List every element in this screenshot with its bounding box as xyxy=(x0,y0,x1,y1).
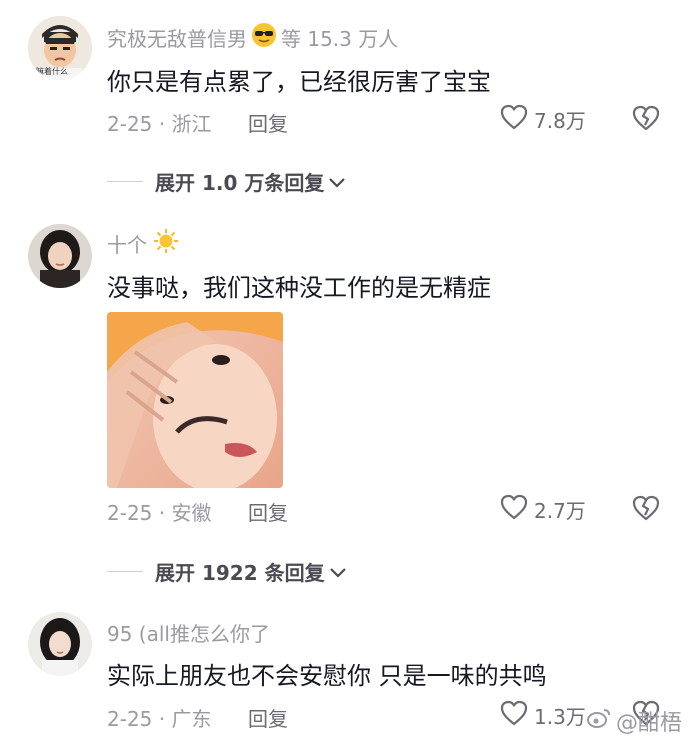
avatar[interactable] xyxy=(28,612,92,676)
dislike-button[interactable] xyxy=(632,105,660,135)
username-row: 十个 xyxy=(107,228,179,259)
comment-text: 实际上朋友也不会安慰你 只是一味的共鸣 xyxy=(107,662,547,690)
broken-heart-icon xyxy=(632,495,660,525)
sun-emoji-icon xyxy=(153,228,179,259)
watermark-text: @酣梧 xyxy=(615,711,682,736)
date-location: 2-25 · 广东 xyxy=(107,707,212,731)
chevron-down-icon xyxy=(329,560,347,584)
username[interactable]: 十个 xyxy=(107,229,147,258)
like-button[interactable]: 7.8万 xyxy=(500,104,586,135)
comment-text: 你只是有点累了，已经很厉害了宝宝 xyxy=(107,68,491,96)
comment-text: 没事哒，我们这种没工作的是无精症 xyxy=(107,274,491,302)
reply-button[interactable]: 回复 xyxy=(248,497,288,526)
username[interactable]: 究极无敌普信男 xyxy=(107,23,247,52)
like-button[interactable]: 1.3万 xyxy=(500,700,586,731)
like-count: 2.7万 xyxy=(534,499,586,523)
comment-image[interactable] xyxy=(107,312,283,488)
expand-replies-label: 展开 1.0 万条回复 xyxy=(155,171,325,195)
date-location: 2-25 · 浙江 xyxy=(107,112,212,136)
reply-button[interactable]: 回复 xyxy=(248,703,288,732)
chevron-down-icon xyxy=(328,170,346,194)
avatar-caption: 嘛着什么 xyxy=(36,67,68,76)
broken-heart-icon xyxy=(632,105,660,135)
like-count: 7.8万 xyxy=(534,109,586,133)
username-row: 究极无敌普信男 等 15.3 万人 xyxy=(107,22,398,53)
expand-replies-button[interactable]: 展开 1922 条回复 xyxy=(107,557,347,586)
avatar[interactable]: 嘛着什么 xyxy=(28,16,92,80)
like-count: 1.3万 xyxy=(534,705,586,729)
avatar[interactable] xyxy=(28,224,92,288)
heart-icon xyxy=(500,700,528,731)
username-suffix: 等 15.3 万人 xyxy=(281,27,399,51)
sunglasses-emoji-icon xyxy=(251,22,277,53)
like-button[interactable]: 2.7万 xyxy=(500,494,586,525)
divider xyxy=(107,181,143,182)
dislike-button[interactable] xyxy=(632,495,660,525)
watermark: @酣梧 xyxy=(586,705,682,737)
expand-replies-button[interactable]: 展开 1.0 万条回复 xyxy=(107,167,346,196)
date-location: 2-25 · 安徽 xyxy=(107,501,212,525)
expand-replies-label: 展开 1922 条回复 xyxy=(155,561,325,585)
weibo-icon xyxy=(586,707,612,735)
heart-icon xyxy=(500,104,528,135)
reply-button[interactable]: 回复 xyxy=(248,108,288,137)
heart-icon xyxy=(500,494,528,525)
divider xyxy=(107,571,143,572)
username[interactable]: 95 (all推怎么你了 xyxy=(107,618,270,647)
